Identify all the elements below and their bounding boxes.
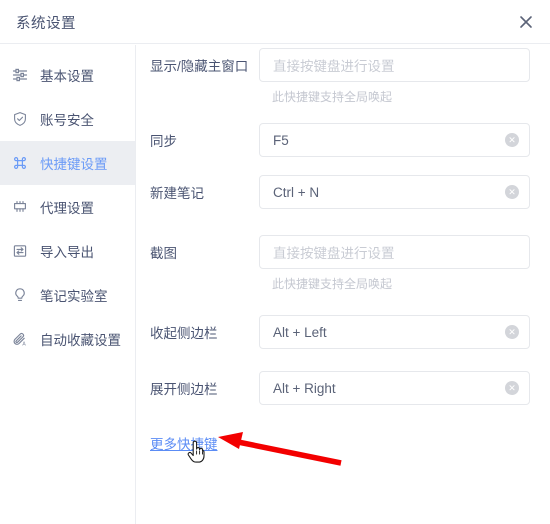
shortcut-row: 展开侧边栏 Alt + Right ✕ (137, 371, 550, 405)
shortcut-placeholder: 直接按键盘进行设置 (273, 246, 395, 261)
sidebar-item-import-export[interactable]: 导入导出 (0, 229, 135, 273)
settings-window: 系统设置 基本设置 账号安全 快捷键设置 代理设置 导入导出 笔记实验室 A 自… (0, 0, 550, 524)
shortcut-label: 新建笔记 (150, 186, 204, 201)
shortcut-label: 截图 (150, 246, 177, 261)
shortcut-row: 同步 F5 ✕ (137, 123, 550, 157)
shortcut-value: Alt + Right (273, 380, 336, 396)
clear-icon[interactable]: ✕ (505, 325, 519, 339)
sidebar-item-shortcut-settings[interactable]: 快捷键设置 (0, 141, 135, 185)
sidebar-item-label: 笔记实验室 (40, 289, 108, 304)
shortcut-label: 展开侧边栏 (150, 382, 218, 397)
close-button[interactable] (512, 8, 540, 36)
shortcut-row: 截图 直接按键盘进行设置 (137, 235, 550, 269)
clear-icon[interactable]: ✕ (505, 133, 519, 147)
shortcut-label: 同步 (150, 134, 177, 149)
paperclip-icon: A (11, 330, 29, 348)
shortcut-label: 收起侧边栏 (150, 326, 218, 341)
shortcut-input-collapse-sidebar[interactable]: Alt + Left ✕ (259, 315, 530, 349)
shortcut-input-new-note[interactable]: Ctrl + N ✕ (259, 175, 530, 209)
shortcut-value: Ctrl + N (273, 184, 320, 200)
command-icon (11, 154, 29, 172)
shortcut-row: 显示/隐藏主窗口 直接按键盘进行设置 (137, 48, 550, 82)
sidebar-item-auto-collect-settings[interactable]: A 自动收藏设置 (0, 317, 135, 361)
clear-icon[interactable]: ✕ (505, 185, 519, 199)
shortcut-hint: 此快捷键支持全局唤起 (272, 90, 393, 104)
shortcut-placeholder: 直接按键盘进行设置 (273, 59, 395, 74)
shortcut-input-show-hide-main-window[interactable]: 直接按键盘进行设置 (259, 48, 530, 82)
sidebar-item-label: 导入导出 (40, 245, 94, 260)
window-titlebar: 系统设置 (0, 0, 550, 44)
lightbulb-icon (11, 286, 29, 304)
shortcut-row: 新建笔记 Ctrl + N ✕ (137, 175, 550, 209)
clear-icon[interactable]: ✕ (505, 381, 519, 395)
shortcut-row: 收起侧边栏 Alt + Left ✕ (137, 315, 550, 349)
sidebar-item-proxy-settings[interactable]: 代理设置 (0, 185, 135, 229)
sidebar-item-label: 账号安全 (40, 113, 94, 128)
sidebar-item-label: 代理设置 (40, 201, 94, 216)
sidebar-item-label: 快捷键设置 (40, 157, 108, 172)
shield-check-icon (11, 110, 29, 128)
server-icon (11, 198, 29, 216)
settings-sidebar: 基本设置 账号安全 快捷键设置 代理设置 导入导出 笔记实验室 A 自动收藏设置 (0, 45, 136, 524)
sidebar-item-note-lab[interactable]: 笔记实验室 (0, 273, 135, 317)
shortcut-hint: 此快捷键支持全局唤起 (272, 277, 393, 291)
shortcut-value: Alt + Left (273, 324, 327, 340)
sliders-icon (11, 66, 29, 84)
window-title: 系统设置 (16, 16, 76, 32)
shortcut-input-sync[interactable]: F5 ✕ (259, 123, 530, 157)
svg-text:A: A (22, 342, 26, 347)
sidebar-item-label: 自动收藏设置 (40, 333, 121, 348)
shortcut-value: F5 (273, 132, 289, 148)
pointing-hand-cursor (187, 440, 205, 463)
sidebar-item-basic-settings[interactable]: 基本设置 (0, 53, 135, 97)
shortcut-input-screenshot[interactable]: 直接按键盘进行设置 (259, 235, 530, 269)
import-export-icon (11, 242, 29, 260)
sidebar-item-label: 基本设置 (40, 69, 94, 84)
shortcut-input-expand-sidebar[interactable]: Alt + Right ✕ (259, 371, 530, 405)
close-icon (520, 16, 532, 28)
sidebar-item-account-security[interactable]: 账号安全 (0, 97, 135, 141)
shortcut-label: 显示/隐藏主窗口 (150, 59, 249, 74)
